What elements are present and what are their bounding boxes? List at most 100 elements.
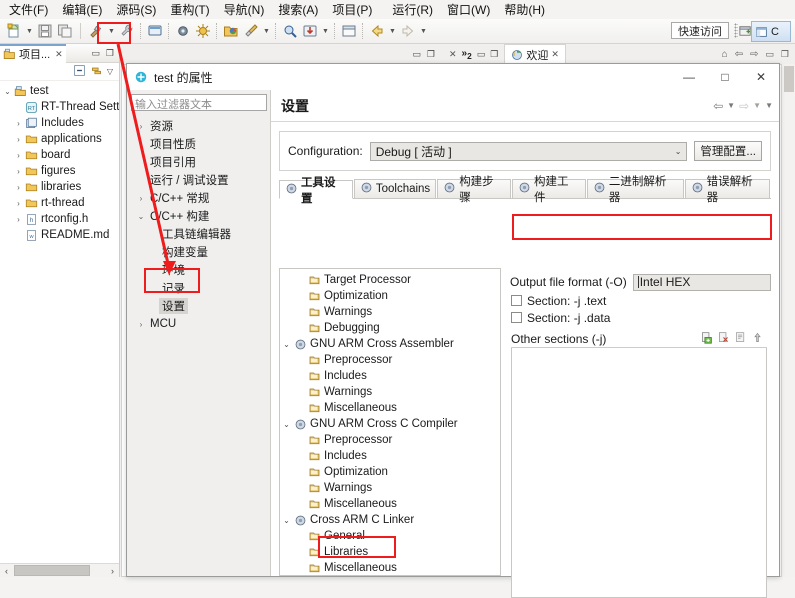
menu-item-project[interactable]: 项目(P)	[325, 0, 379, 19]
twisty-icon[interactable]: ⌄	[280, 516, 293, 525]
add-icon[interactable]	[700, 331, 713, 347]
scroll-left-icon[interactable]: ‹	[0, 566, 13, 576]
dialog-nav-item[interactable]: 工具链编辑器	[131, 225, 267, 243]
back-icon[interactable]: ⇦	[713, 99, 723, 113]
chevron-down-icon[interactable]: ▼	[387, 21, 398, 41]
quick-access-input[interactable]: 快速访问	[671, 22, 729, 39]
run-icon[interactable]	[193, 21, 213, 41]
tool-tree-item[interactable]: Warnings	[280, 304, 500, 320]
project-tree[interactable]: ⌄ test RT RT-Thread Sett › Includes › applicati…	[0, 81, 119, 243]
tool-tree-item[interactable]: Optimization	[280, 464, 500, 480]
output-file-format-select[interactable]: Intel HEX	[632, 273, 771, 291]
edit-icon[interactable]	[734, 331, 747, 347]
collapse-all-icon[interactable]	[73, 64, 86, 80]
move-up-icon[interactable]	[751, 331, 764, 347]
forward-icon[interactable]: ⇨	[739, 99, 749, 113]
project-tree-item[interactable]: › rt-thread	[2, 195, 119, 211]
tool-tree-item[interactable]: Warnings	[280, 480, 500, 496]
tool-tree-item[interactable]: Libraries	[280, 544, 500, 560]
maximize-icon[interactable]: ❐	[490, 49, 498, 60]
twisty-icon[interactable]: ⌄	[280, 420, 293, 429]
new-file-icon[interactable]	[4, 21, 24, 41]
tool-tree-item[interactable]: Debugging	[280, 320, 500, 336]
link-with-editor-icon[interactable]	[90, 64, 103, 80]
tool-settings-tree[interactable]: Target Processor Optimization Warnings Debu…	[279, 268, 501, 576]
menu-item-search[interactable]: 搜索(A)	[271, 0, 325, 19]
minimize-button[interactable]: —	[671, 64, 707, 90]
open-project-icon[interactable]	[221, 21, 241, 41]
dialog-nav-item[interactable]: › 资源	[131, 117, 267, 135]
twisty-icon[interactable]: ›	[135, 122, 147, 131]
maximize-icon[interactable]: ❐	[427, 49, 435, 60]
twisty-icon[interactable]: ›	[13, 167, 24, 176]
settings-tab[interactable]: 工具设置	[279, 177, 353, 205]
chevron-down-icon[interactable]: ▼	[106, 21, 117, 41]
twisty-icon[interactable]: ›	[135, 194, 147, 203]
close-icon[interactable]: ✕	[449, 49, 457, 60]
main-window-vscrollbar[interactable]	[781, 64, 795, 577]
minimize-icon[interactable]: ▭	[91, 48, 100, 59]
tab-overflow-icon[interactable]: »2	[462, 48, 472, 61]
project-tree-item[interactable]: › board	[2, 147, 119, 163]
tool-tree-item[interactable]: ⌄ GNU ARM Cross C Compiler	[280, 416, 500, 432]
section-text-checkbox-row[interactable]: Section: -j .text	[506, 292, 771, 309]
dialog-nav-tree[interactable]: › 资源 项目性质 项目引用 运行 / 调试设置 › C/C++ 常规 ⌄ C/C++ 构建 工具…	[131, 117, 267, 333]
view-menu-icon[interactable]: ▽	[107, 67, 113, 76]
menu-item-file[interactable]: 文件(F)	[2, 0, 55, 19]
menu-item-window[interactable]: 窗口(W)	[440, 0, 497, 19]
maximize-button[interactable]: □	[707, 64, 743, 90]
project-tree-item[interactable]: › h rtconfig.h	[2, 211, 119, 227]
tool-tree-item[interactable]: Warnings	[280, 384, 500, 400]
twisty-icon[interactable]: ›	[13, 135, 24, 144]
chevron-down-icon[interactable]: ▼	[24, 21, 35, 41]
project-tree-item[interactable]: › applications	[2, 131, 119, 147]
section-data-checkbox[interactable]	[511, 312, 522, 323]
chevron-down-icon[interactable]: ⌄	[675, 147, 682, 156]
tool-tree-item[interactable]: ⌄ GNU ARM Cross Assembler	[280, 336, 500, 352]
chevron-down-icon[interactable]: ▼	[418, 21, 429, 41]
console-icon[interactable]	[145, 21, 165, 41]
dialog-nav-item[interactable]: 项目引用	[131, 153, 267, 171]
maximize-icon[interactable]: ❐	[106, 48, 114, 59]
close-icon[interactable]: ✕	[551, 49, 559, 60]
tool-tree-item[interactable]: ⌄ Cross ARM C Linker	[280, 512, 500, 528]
dialog-nav-item[interactable]: › MCU	[131, 315, 267, 333]
minimize-icon[interactable]: ▭	[412, 49, 421, 60]
tab-project-explorer[interactable]: 项目... ✕	[0, 43, 66, 63]
dialog-nav-item[interactable]: 环境	[131, 261, 267, 279]
twisty-icon[interactable]: ›	[13, 119, 24, 128]
menu-item-help[interactable]: 帮助(H)	[497, 0, 552, 19]
project-tree-item[interactable]: › Includes	[2, 115, 119, 131]
twisty-icon[interactable]: ›	[13, 151, 24, 160]
forward-icon[interactable]: ⇨	[750, 49, 758, 60]
tool-tree-item[interactable]: General	[280, 528, 500, 544]
brush-icon[interactable]	[241, 21, 261, 41]
tool-tree-item[interactable]: Includes	[280, 368, 500, 384]
close-icon[interactable]: ✕	[55, 49, 63, 60]
tool-tree-item[interactable]: Miscellaneous	[280, 560, 500, 575]
forward-icon[interactable]	[398, 21, 418, 41]
twisty-icon[interactable]: ›	[13, 215, 24, 224]
section-text-checkbox[interactable]	[511, 295, 522, 306]
dialog-nav-item[interactable]: 构建变量	[131, 243, 267, 261]
dialog-nav-item[interactable]: ⌄ C/C++ 构建	[131, 207, 267, 225]
tool-tree-item[interactable]: Optimization	[280, 288, 500, 304]
debug-icon[interactable]	[173, 21, 193, 41]
twisty-icon[interactable]: ⌄	[2, 87, 13, 96]
back-icon[interactable]: ⇦	[735, 49, 743, 60]
dialog-nav-item[interactable]: 记录	[131, 279, 267, 297]
settings-tab-strip[interactable]: 工具设置 Toolchains 构建步骤 构建工件 二进制解析器 错误解析器	[279, 176, 771, 205]
twisty-icon[interactable]: ⌄	[280, 340, 293, 349]
project-tree-item[interactable]: RT RT-Thread Sett	[2, 99, 119, 115]
tool-tree-item[interactable]: Miscellaneous	[280, 496, 500, 512]
twisty-icon[interactable]: ›	[13, 199, 24, 208]
project-tree-item[interactable]: › figures	[2, 163, 119, 179]
tool-tree-item[interactable]: Preprocessor	[280, 352, 500, 368]
dialog-nav-item[interactable]: 运行 / 调试设置	[131, 171, 267, 189]
minimize-icon[interactable]: ▭	[477, 49, 486, 60]
back-icon[interactable]	[367, 21, 387, 41]
dialog-nav-item[interactable]: 项目性质	[131, 135, 267, 153]
tool-tree-item[interactable]: Preprocessor	[280, 432, 500, 448]
menu-item-source[interactable]: 源码(S)	[109, 0, 163, 19]
settings-tab[interactable]: 错误解析器	[684, 176, 770, 204]
